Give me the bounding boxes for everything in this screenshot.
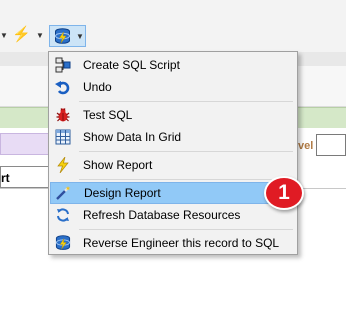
design-wand-icon <box>56 186 71 200</box>
database-toolbar-button[interactable]: ▼ <box>49 25 86 47</box>
bug-icon <box>56 108 70 122</box>
menu-separator <box>79 229 293 230</box>
form-field-left[interactable]: rt <box>0 166 52 188</box>
menu-separator <box>79 151 293 152</box>
menu-item-test-sql[interactable]: Test SQL <box>50 104 296 126</box>
row-label-left: rt <box>1 171 10 185</box>
lightning-icon <box>57 157 69 173</box>
menu-item-undo[interactable]: Undo <box>50 76 296 98</box>
context-menu: Create SQL Script Undo Test SQL Show Dat… <box>48 51 298 255</box>
menu-item-show-data-in-grid[interactable]: Show Data In Grid <box>50 126 296 148</box>
menu-item-design-report[interactable]: Design Report <box>50 182 296 204</box>
menu-item-create-sql-script[interactable]: Create SQL Script <box>50 54 296 76</box>
menu-item-refresh-database-resources[interactable]: Refresh Database Resources <box>50 204 296 226</box>
toolbar: ▼ ⚡ ▼ ▼ <box>0 0 346 52</box>
menu-separator <box>79 179 293 180</box>
database-icon <box>55 235 71 250</box>
dropdown-arrow-icon[interactable]: ▼ <box>0 31 8 40</box>
menu-item-reverse-engineer[interactable]: Reverse Engineer this record to SQL <box>50 232 296 254</box>
database-icon <box>55 28 70 44</box>
field-label-right: vel <box>298 140 314 152</box>
menu-separator <box>79 101 293 102</box>
callout-badge: 1 <box>264 176 304 210</box>
undo-icon <box>55 81 70 95</box>
sql-script-icon <box>55 57 71 73</box>
lightning-icon[interactable]: ⚡ <box>12 25 31 43</box>
refresh-icon <box>57 208 69 222</box>
purple-field <box>0 133 50 155</box>
dropdown-arrow-icon[interactable]: ▼ <box>36 31 44 40</box>
text-field[interactable] <box>316 134 346 156</box>
menu-item-show-report[interactable]: Show Report <box>50 154 296 176</box>
grid-icon <box>55 129 71 145</box>
dropdown-arrow-icon[interactable]: ▼ <box>76 32 84 41</box>
